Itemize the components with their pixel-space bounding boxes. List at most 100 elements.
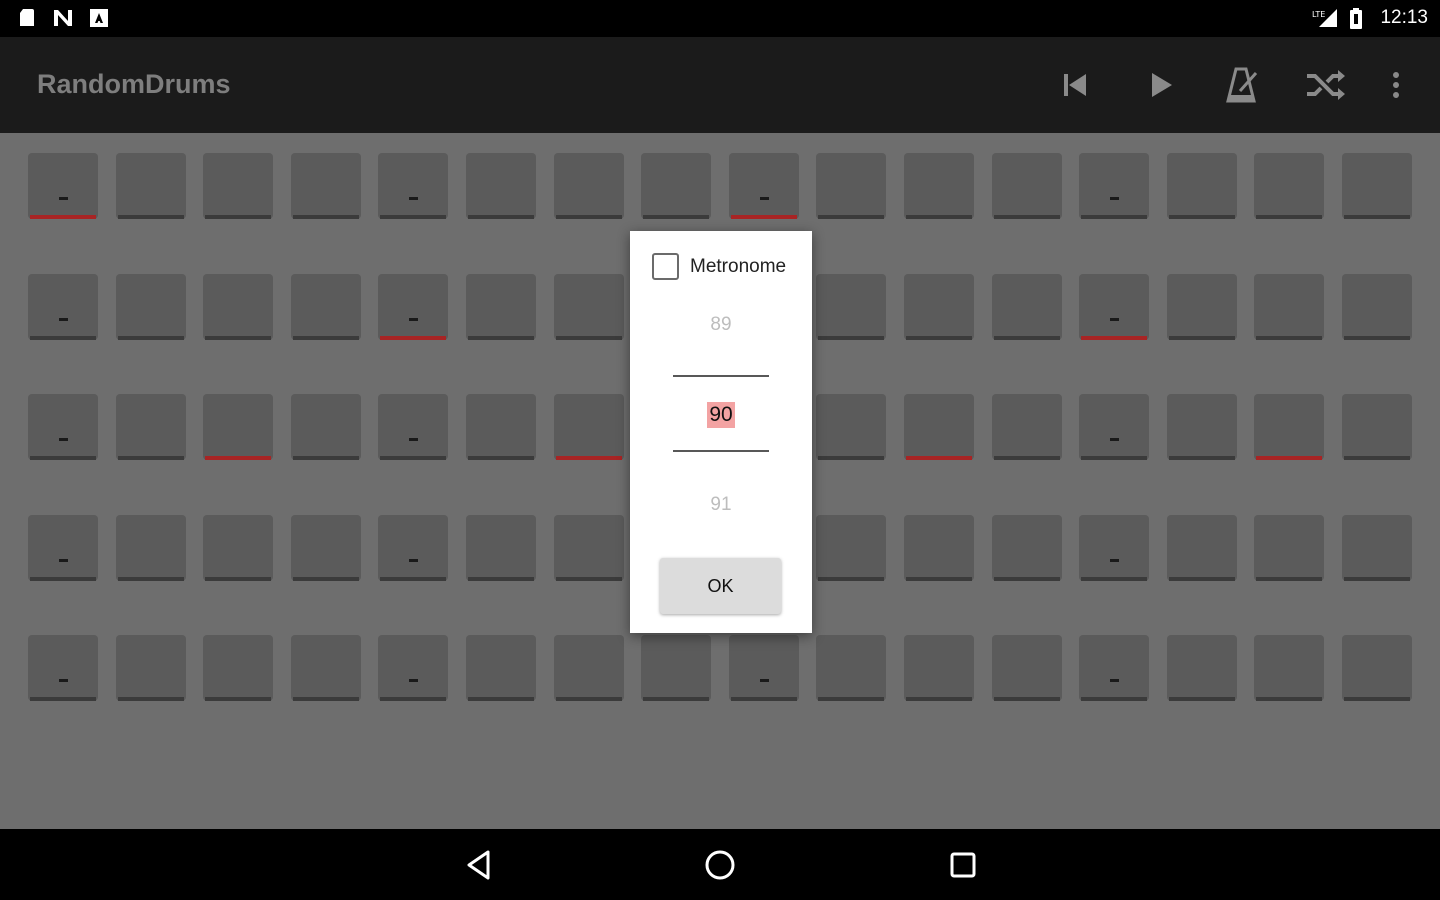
drum-pad[interactable] bbox=[904, 514, 974, 581]
pad-indicator-bar bbox=[1081, 456, 1148, 460]
drum-pad[interactable] bbox=[28, 394, 98, 460]
drum-pad[interactable] bbox=[378, 635, 449, 701]
home-button[interactable] bbox=[702, 847, 738, 883]
drum-pad[interactable] bbox=[904, 273, 974, 340]
drum-pad[interactable] bbox=[816, 635, 887, 701]
drum-pad[interactable] bbox=[466, 514, 536, 581]
drum-pad[interactable] bbox=[466, 394, 536, 460]
drum-pad[interactable] bbox=[1079, 635, 1150, 701]
metronome-checkbox[interactable] bbox=[652, 253, 679, 280]
drum-pad[interactable] bbox=[28, 273, 98, 340]
drum-pad[interactable] bbox=[1079, 153, 1150, 219]
recents-button[interactable] bbox=[945, 847, 981, 883]
drum-pad-active[interactable] bbox=[378, 273, 449, 340]
drum-pad-active[interactable] bbox=[728, 153, 799, 219]
drum-pad-active[interactable] bbox=[553, 394, 624, 460]
drum-pad[interactable] bbox=[641, 153, 712, 219]
pad-indicator-bar bbox=[30, 215, 96, 219]
drum-pad-active[interactable] bbox=[203, 394, 274, 460]
drum-pad[interactable] bbox=[1342, 273, 1412, 340]
status-clock: 12:13 bbox=[1380, 7, 1428, 28]
pad-indicator-bar bbox=[292, 215, 359, 219]
drum-pad[interactable] bbox=[553, 514, 624, 581]
drum-pad[interactable] bbox=[991, 273, 1062, 340]
drum-pad[interactable] bbox=[816, 273, 887, 340]
drum-pad[interactable] bbox=[816, 514, 887, 581]
drum-pad[interactable] bbox=[203, 635, 274, 701]
pad-indicator-bar bbox=[818, 576, 885, 581]
drum-pad[interactable] bbox=[1342, 153, 1412, 219]
drum-pad[interactable] bbox=[991, 153, 1062, 219]
drum-pad[interactable] bbox=[1166, 514, 1237, 581]
drum-pad-active[interactable] bbox=[1254, 394, 1325, 460]
drum-pad[interactable] bbox=[1166, 635, 1237, 701]
pad-indicator-bar bbox=[906, 215, 972, 219]
drum-pad[interactable] bbox=[904, 153, 974, 219]
drum-pad[interactable] bbox=[1254, 273, 1325, 340]
drum-pad[interactable] bbox=[466, 273, 536, 340]
drum-pad[interactable] bbox=[816, 153, 887, 219]
drum-pad[interactable] bbox=[115, 514, 186, 581]
drum-pad[interactable] bbox=[203, 153, 274, 219]
drum-pad[interactable] bbox=[1342, 514, 1412, 581]
drum-pad[interactable] bbox=[378, 514, 449, 581]
drum-pad[interactable] bbox=[1254, 153, 1325, 219]
tempo-previous-value[interactable]: 89 bbox=[630, 314, 812, 336]
drum-pad[interactable] bbox=[1254, 635, 1325, 701]
drum-pad[interactable] bbox=[290, 514, 361, 581]
drum-pad[interactable] bbox=[553, 635, 624, 701]
drum-pad[interactable] bbox=[1079, 394, 1150, 460]
pad-indicator-bar bbox=[1256, 335, 1323, 340]
drum-pad[interactable] bbox=[290, 273, 361, 340]
tempo-current-value[interactable]: 90 bbox=[707, 402, 735, 428]
drum-pad-active[interactable] bbox=[28, 153, 98, 219]
drum-pad[interactable] bbox=[553, 153, 624, 219]
drum-pad[interactable] bbox=[115, 635, 186, 701]
drum-pad[interactable] bbox=[991, 635, 1062, 701]
drum-pad[interactable] bbox=[115, 153, 186, 219]
drum-pad[interactable] bbox=[290, 394, 361, 460]
pad-indicator-bar bbox=[205, 335, 272, 340]
drum-pad[interactable] bbox=[991, 394, 1062, 460]
drum-pad[interactable] bbox=[553, 273, 624, 340]
metronome-button[interactable] bbox=[1222, 65, 1262, 105]
drum-pad[interactable] bbox=[28, 635, 98, 701]
drum-pad[interactable] bbox=[1166, 153, 1237, 219]
drum-pad[interactable] bbox=[1079, 514, 1150, 581]
drum-pad[interactable] bbox=[991, 514, 1062, 581]
play-button[interactable] bbox=[1140, 65, 1180, 105]
pad-indicator-bar bbox=[993, 215, 1060, 219]
pad-indicator-bar bbox=[1168, 456, 1235, 460]
drum-pad[interactable] bbox=[728, 635, 799, 701]
metronome-toggle[interactable]: Metronome bbox=[652, 253, 786, 280]
drum-pad[interactable] bbox=[115, 394, 186, 460]
drum-pad[interactable] bbox=[641, 635, 712, 701]
drum-pad[interactable] bbox=[1166, 273, 1237, 340]
drum-pad[interactable] bbox=[1166, 394, 1237, 460]
drum-pad[interactable] bbox=[290, 153, 361, 219]
back-button[interactable] bbox=[461, 847, 497, 883]
pad-indicator-bar bbox=[1081, 335, 1148, 340]
drum-pad[interactable] bbox=[1342, 394, 1412, 460]
drum-pad[interactable] bbox=[816, 394, 887, 460]
tempo-next-value[interactable]: 91 bbox=[630, 494, 812, 516]
tempo-picker[interactable]: 90 bbox=[630, 402, 812, 428]
drum-pad[interactable] bbox=[466, 153, 536, 219]
skip-previous-button[interactable] bbox=[1054, 65, 1094, 105]
drum-pad[interactable] bbox=[1254, 514, 1325, 581]
overflow-menu-button[interactable] bbox=[1376, 65, 1416, 105]
drum-pad[interactable] bbox=[1342, 635, 1412, 701]
drum-pad[interactable] bbox=[378, 394, 449, 460]
drum-pad[interactable] bbox=[290, 635, 361, 701]
ok-button[interactable]: OK bbox=[660, 558, 781, 614]
drum-pad[interactable] bbox=[203, 273, 274, 340]
shuffle-button[interactable] bbox=[1304, 65, 1348, 105]
drum-pad[interactable] bbox=[203, 514, 274, 581]
drum-pad-active[interactable] bbox=[1079, 273, 1150, 340]
drum-pad[interactable] bbox=[904, 635, 974, 701]
drum-pad-active[interactable] bbox=[904, 394, 974, 460]
drum-pad[interactable] bbox=[115, 273, 186, 340]
drum-pad[interactable] bbox=[466, 635, 536, 701]
drum-pad[interactable] bbox=[28, 514, 98, 581]
drum-pad[interactable] bbox=[378, 153, 449, 219]
